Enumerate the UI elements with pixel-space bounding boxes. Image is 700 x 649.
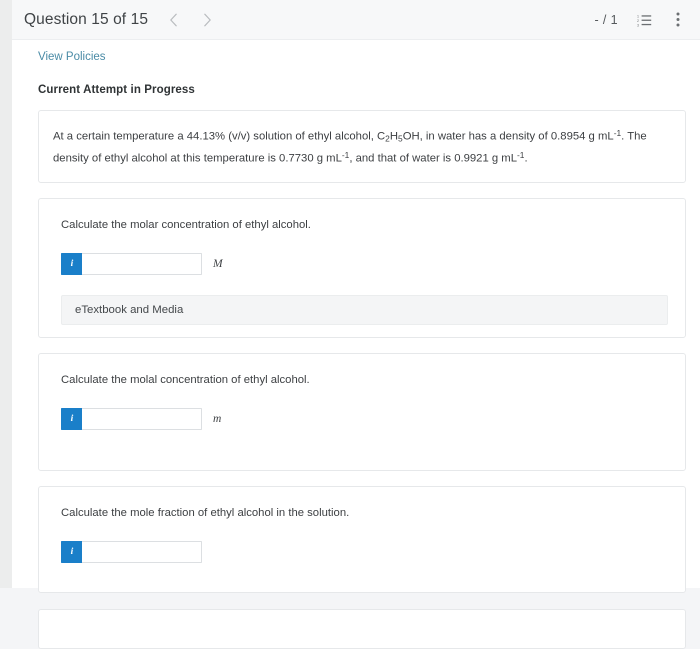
question-part-a-label: Calculate the molar concentration of eth…	[61, 218, 311, 231]
etextbook-and-media-bar-a[interactable]: eTextbook and Media	[61, 294, 668, 325]
info-icon-c[interactable]: i	[61, 540, 82, 563]
prompt-segment-2: H	[389, 130, 399, 143]
answer-row-c: i	[61, 540, 669, 563]
question-navigation	[166, 11, 214, 29]
view-policies-link[interactable]: View Policies	[38, 51, 106, 63]
svg-text:2: 2	[637, 19, 639, 23]
question-part-c-label: Calculate the mole fraction of ethyl alc…	[61, 506, 350, 519]
vertical-dots-icon[interactable]	[670, 12, 686, 28]
answer-row-a: i M	[61, 252, 669, 275]
svg-text:3: 3	[637, 23, 639, 26]
answer-input-a[interactable]	[82, 252, 202, 275]
chevron-left-icon[interactable]	[166, 11, 180, 29]
left-gutter	[0, 0, 12, 588]
info-icon-b[interactable]: i	[61, 407, 82, 430]
attempt-status-label: Current Attempt in Progress	[38, 84, 195, 96]
answer-unit-a: M	[213, 257, 223, 270]
answer-row-b: i m	[61, 407, 669, 430]
question-part-d-card-partial	[38, 608, 686, 649]
answer-unit-b: m	[213, 412, 222, 425]
score-display: - / 1	[594, 12, 618, 27]
page-title: Question 15 of 15	[24, 10, 149, 28]
prompt-segment-5: , and that of water is 0.9921 g mL	[349, 152, 517, 165]
answer-input-c[interactable]	[82, 540, 202, 563]
prompt-segment-3: OH, in water has a density of 0.8954 g m…	[402, 130, 614, 143]
prompt-segment-6: .	[524, 152, 528, 165]
question-body: View Policies Current Attempt in Progres…	[12, 40, 700, 649]
problem-statement-card: At a certain temperature a 44.13% (v/v) …	[38, 110, 686, 183]
etextbook-and-media-label: eTextbook and Media	[75, 303, 184, 316]
question-header-bar: Question 15 of 15 - / 1 1 2 3	[12, 0, 700, 40]
problem-statement-text: At a certain temperature a 44.13% (v/v) …	[53, 125, 669, 168]
question-part-b-card: Calculate the molal concentration of eth…	[38, 352, 686, 471]
quiz-page: Question 15 of 15 - / 1 1 2 3 View Polic…	[0, 0, 700, 649]
content-column: Question 15 of 15 - / 1 1 2 3 View Polic…	[12, 0, 700, 649]
question-part-b-label: Calculate the molal concentration of eth…	[61, 373, 310, 386]
svg-text:1: 1	[637, 14, 639, 18]
numbered-list-icon[interactable]: 1 2 3	[636, 12, 652, 28]
prompt-segment-1: At a certain temperature a 44.13% (v/v) …	[53, 130, 386, 143]
info-icon-a[interactable]: i	[61, 252, 82, 275]
chevron-right-icon[interactable]	[200, 11, 214, 29]
question-part-c-card: Calculate the mole fraction of ethyl alc…	[38, 485, 686, 593]
answer-input-b[interactable]	[82, 407, 202, 430]
question-part-a-card: Calculate the molar concentration of eth…	[38, 197, 686, 338]
header-right-controls: - / 1 1 2 3	[594, 12, 686, 28]
